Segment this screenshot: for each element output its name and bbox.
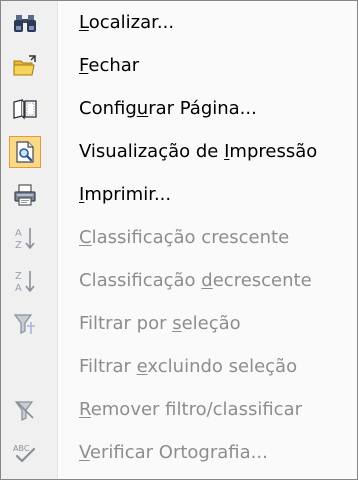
menu-item-filtrar-excluindo-selecao[interactable]: Filtrar excluindo seleção	[3, 348, 355, 386]
svg-text:A: A	[15, 228, 22, 239]
context-menu: Localizar... Fechar Configurar Página...	[0, 0, 358, 480]
menu-item-visualizacao-impressao[interactable]: Visualização de Impressão	[3, 133, 355, 171]
sort-descending-icon: Z A	[9, 265, 41, 297]
menu-item-localizar[interactable]: Localizar...	[3, 4, 355, 42]
menu-item-label: Filtrar excluindo seleção	[79, 356, 298, 377]
menu-item-label: Localizar...	[79, 12, 175, 33]
menu-item-classificacao-decrescente[interactable]: Z A Classificação decrescente	[3, 262, 355, 300]
menu-item-label: Visualização de Impressão	[79, 141, 318, 162]
menu-item-verificar-ortografia[interactable]: ABC Verificar Ortografia...	[3, 434, 355, 472]
svg-text:ABC: ABC	[13, 444, 30, 453]
menu-item-label: Classificação crescente	[79, 227, 290, 248]
menu-item-configurar-pagina[interactable]: Configurar Página...	[3, 90, 355, 128]
menu-item-imprimir[interactable]: Imprimir...	[3, 176, 355, 214]
sort-ascending-icon: A Z	[9, 222, 41, 254]
print-preview-icon	[9, 136, 41, 168]
menu-item-label: Filtrar por seleção	[79, 313, 241, 334]
menu-item-label: Fechar	[79, 55, 140, 76]
svg-text:Z: Z	[15, 240, 22, 251]
menu-item-label: Verificar Ortografia...	[79, 442, 268, 463]
page-setup-icon	[9, 93, 41, 125]
printer-icon	[9, 179, 41, 211]
menu-item-fechar[interactable]: Fechar	[3, 47, 355, 85]
folder-close-icon	[9, 50, 41, 82]
menu-item-label: Configurar Página...	[79, 98, 257, 119]
menu-item-classificacao-crescente[interactable]: A Z Classificação crescente	[3, 219, 355, 257]
menu-item-label: Remover filtro/classificar	[79, 399, 303, 420]
menu-item-remover-filtro[interactable]: Remover filtro/classificar	[3, 391, 355, 429]
svg-text:Z: Z	[15, 271, 22, 282]
svg-text:A: A	[15, 283, 22, 294]
menu-item-filtrar-selecao[interactable]: Filtrar por seleção	[3, 305, 355, 343]
menu-item-label: Imprimir...	[79, 184, 172, 205]
binoculars-icon	[9, 7, 41, 39]
menu-item-label: Classificação decrescente	[79, 270, 312, 291]
remove-filter-icon	[9, 394, 41, 426]
spelling-check-icon: ABC	[9, 437, 41, 469]
filter-selection-icon	[9, 308, 41, 340]
